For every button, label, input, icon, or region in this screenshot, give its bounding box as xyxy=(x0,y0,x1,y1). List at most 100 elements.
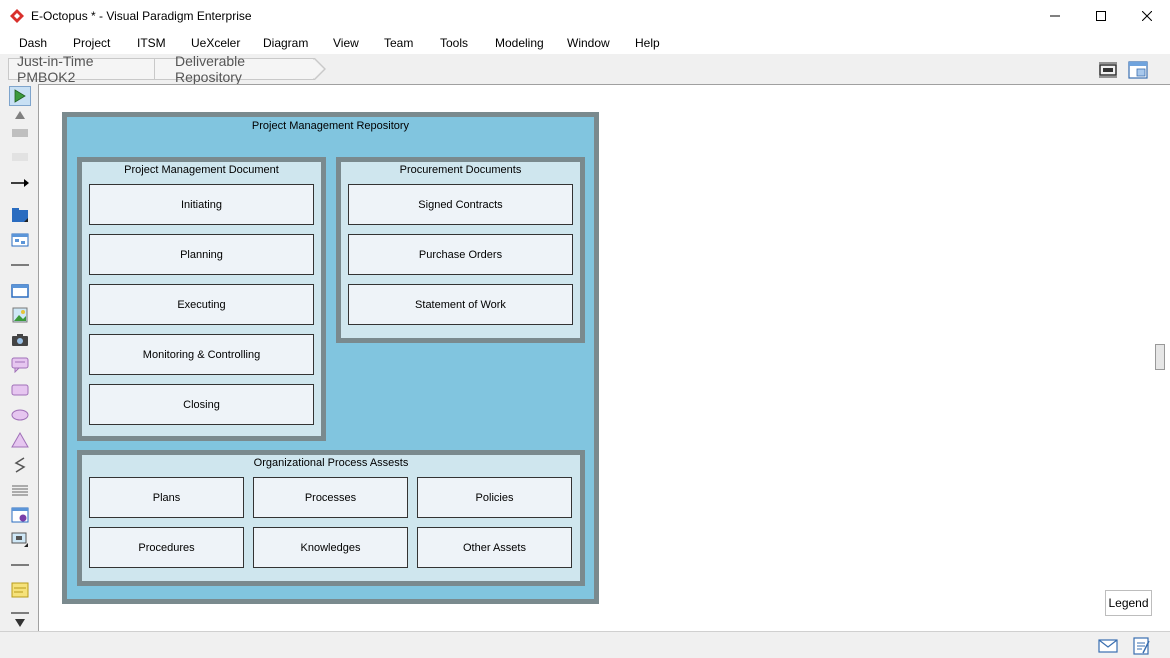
tool-connector[interactable] xyxy=(10,174,30,192)
line-icon xyxy=(11,264,29,266)
scroll-up-button[interactable] xyxy=(10,106,30,124)
tool-note[interactable] xyxy=(10,581,30,599)
rectangle-light-icon xyxy=(12,153,28,161)
item-other-assets[interactable]: Other Assets xyxy=(417,527,572,568)
item-monitoring-controlling[interactable]: Monitoring & Controlling xyxy=(89,334,314,375)
visual-paradigm-logo-icon xyxy=(10,9,24,23)
menu-project[interactable]: Project xyxy=(73,36,110,50)
item-knowledges[interactable]: Knowledges xyxy=(253,527,408,568)
breadcrumb-item-label: Deliverable Repository xyxy=(175,53,246,85)
sticky-note-icon xyxy=(11,582,29,598)
tool-info-panel[interactable] xyxy=(10,506,30,524)
menu-view[interactable]: View xyxy=(333,36,359,50)
package-title: Project Management Repository xyxy=(251,120,410,132)
menu-dash[interactable]: Dash xyxy=(19,36,47,50)
item-processes[interactable]: Processes xyxy=(253,477,408,518)
screen-capture-icon xyxy=(11,532,28,547)
item-plans[interactable]: Plans xyxy=(89,477,244,518)
zigzag-icon xyxy=(14,457,26,473)
tool-ellipse[interactable] xyxy=(10,406,30,424)
tool-diagram[interactable] xyxy=(10,231,30,249)
info-window-icon xyxy=(11,507,29,523)
tool-folder[interactable] xyxy=(10,206,30,224)
legend-label: Legend xyxy=(1108,596,1149,610)
item-statement-of-work[interactable]: Statement of Work xyxy=(348,284,573,325)
maximize-button[interactable] xyxy=(1078,0,1124,32)
item-planning[interactable]: Planning xyxy=(89,234,314,275)
breadcrumb-item-diagram[interactable]: Deliverable Repository xyxy=(154,53,314,85)
window-title: E-Octopus * - Visual Paradigm Enterprise xyxy=(31,9,252,23)
text-lines-icon xyxy=(12,485,28,496)
ellipse-icon xyxy=(11,409,29,421)
menu-team[interactable]: Team xyxy=(384,36,413,50)
close-icon xyxy=(1142,11,1152,21)
rectangle-icon xyxy=(12,129,28,137)
status-bar xyxy=(0,631,1170,658)
menu-modeling[interactable]: Modeling xyxy=(495,36,544,50)
package-organizational-process-assets[interactable]: Organizational Process Assests Plans Pro… xyxy=(77,450,585,586)
camera-icon xyxy=(12,334,28,346)
tool-line[interactable] xyxy=(10,256,30,274)
speech-bubble-icon xyxy=(11,357,29,373)
package-title: Procurement Documents xyxy=(399,164,522,176)
breadcrumb-chevron-icon xyxy=(313,58,326,80)
item-purchase-orders[interactable]: Purchase Orders xyxy=(348,234,573,275)
tool-triangle[interactable] xyxy=(10,431,30,449)
package-procurement-documents[interactable]: Procurement Documents Signed Contracts P… xyxy=(336,157,585,343)
minimize-button[interactable] xyxy=(1032,0,1078,32)
tool-text[interactable] xyxy=(10,481,30,499)
close-button[interactable] xyxy=(1124,0,1170,32)
diagram-icon xyxy=(11,233,29,247)
tool-screen[interactable] xyxy=(10,531,30,549)
select-tool[interactable] xyxy=(9,86,31,106)
rounded-rectangle-icon xyxy=(11,384,29,396)
legend-button[interactable]: Legend xyxy=(1105,590,1152,616)
menu-tools[interactable]: Tools xyxy=(440,36,468,50)
package-project-management-repository[interactable]: Project Management Repository Project Ma… xyxy=(62,112,599,604)
scroll-down-button[interactable] xyxy=(10,614,30,632)
minimize-icon xyxy=(1050,15,1060,17)
fit-diagram-icon[interactable] xyxy=(1098,60,1118,80)
item-executing[interactable]: Executing xyxy=(89,284,314,325)
notes-icon[interactable] xyxy=(1131,637,1151,655)
breadcrumb-item-project[interactable]: Just-in-Time PMBOK2 xyxy=(8,53,156,85)
item-initiating[interactable]: Initiating xyxy=(89,184,314,225)
tool-frame[interactable] xyxy=(10,282,30,300)
item-closing[interactable]: Closing xyxy=(89,384,314,425)
tool-block[interactable] xyxy=(10,148,30,166)
mail-icon[interactable] xyxy=(1098,637,1118,655)
item-signed-contracts[interactable]: Signed Contracts xyxy=(348,184,573,225)
item-procedures[interactable]: Procedures xyxy=(89,527,244,568)
menu-help[interactable]: Help xyxy=(635,36,660,50)
tool-callout[interactable] xyxy=(10,356,30,374)
tool-package[interactable] xyxy=(10,124,30,142)
tool-image[interactable] xyxy=(10,306,30,324)
diagram-toolbar xyxy=(0,84,38,632)
tool-rounded-rectangle[interactable] xyxy=(10,381,30,399)
menu-window[interactable]: Window xyxy=(567,36,610,50)
title-bar: E-Octopus * - Visual Paradigm Enterprise xyxy=(0,0,1170,32)
package-title: Project Management Document xyxy=(124,164,279,176)
item-policies[interactable]: Policies xyxy=(417,477,572,518)
line-icon xyxy=(11,564,29,566)
package-title: Organizational Process Assests xyxy=(253,457,409,469)
package-project-management-document[interactable]: Project Management Document Initiating P… xyxy=(77,157,326,441)
window-frame-icon xyxy=(11,284,29,298)
tool-freehand[interactable] xyxy=(10,456,30,474)
triangle-up-icon xyxy=(15,111,25,119)
image-icon xyxy=(12,307,28,323)
tool-separator[interactable] xyxy=(10,556,30,574)
breadcrumb-item-label: Just-in-Time PMBOK2 xyxy=(17,53,94,85)
triangle-icon xyxy=(11,432,29,448)
breadcrumb: Just-in-Time PMBOK2 Deliverable Reposito… xyxy=(0,53,1170,85)
menu-itsm[interactable]: ITSM xyxy=(137,36,166,50)
menu-diagram[interactable]: Diagram xyxy=(263,36,308,50)
arrow-right-icon xyxy=(11,179,29,187)
maximize-icon xyxy=(1096,11,1106,21)
triangle-down-icon xyxy=(15,619,25,627)
menu-uexceler[interactable]: UeXceler xyxy=(191,36,240,50)
diagram-navigator-icon[interactable] xyxy=(1128,60,1148,80)
side-panel-grip[interactable] xyxy=(1155,344,1165,370)
tool-camera[interactable] xyxy=(10,331,30,349)
selector-arrow-icon xyxy=(14,89,26,103)
